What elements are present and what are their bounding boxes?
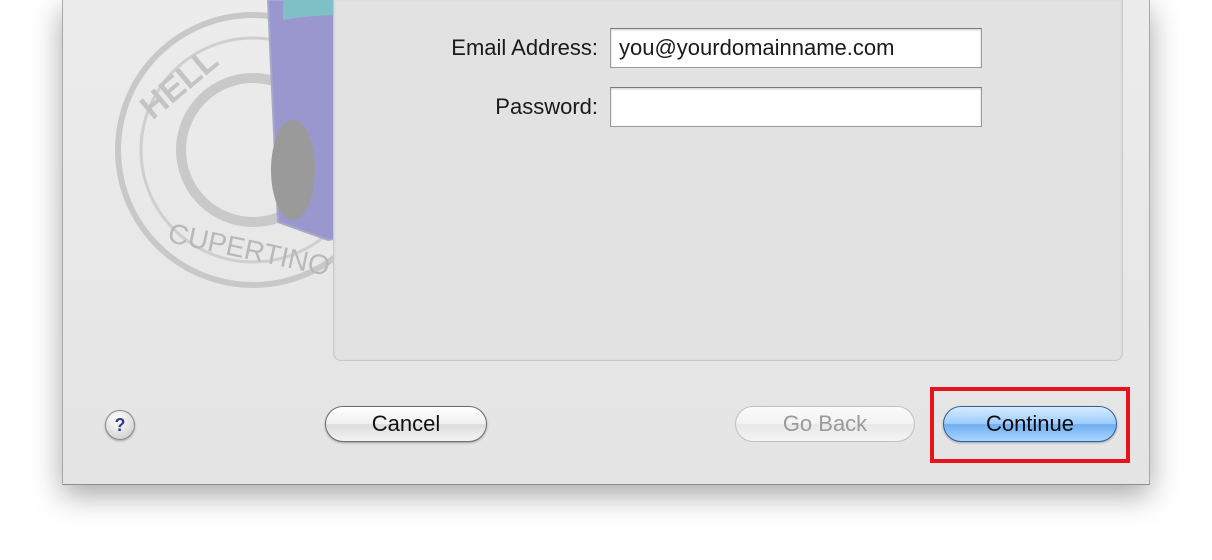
postmark-city-text: CUPERTINO — [165, 217, 332, 282]
continue-button-label: Continue — [985, 411, 1075, 436]
mail-setup-window: HELL CUPERTINO CA Email Address: — [62, 0, 1150, 485]
screenshot-stage: HELL CUPERTINO CA Email Address: — [0, 0, 1212, 560]
go-back-button[interactable]: Go Back — [735, 406, 915, 442]
continue-button[interactable]: Continue — [943, 406, 1117, 442]
password-row: Password: — [358, 87, 982, 127]
password-label: Password: — [495, 94, 598, 119]
cancel-button[interactable]: Cancel — [325, 406, 487, 442]
email-label: Email Address: — [451, 35, 598, 60]
email-field[interactable] — [610, 28, 982, 68]
postmark-top-text: HELL — [133, 41, 225, 127]
go-back-button-label: Go Back — [782, 411, 868, 436]
email-row: Email Address: — [358, 28, 982, 68]
cancel-button-label: Cancel — [371, 411, 441, 436]
help-button[interactable]: ? — [105, 410, 135, 440]
question-mark-icon: ? — [114, 414, 126, 435]
password-field[interactable] — [610, 87, 982, 127]
